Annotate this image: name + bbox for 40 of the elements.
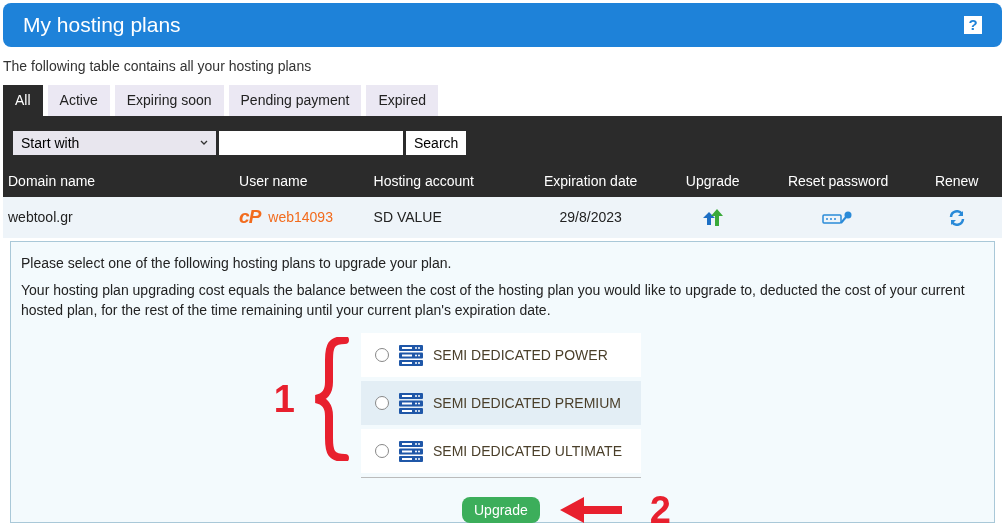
column-header: Renew: [933, 172, 980, 191]
cpanel-logo: cP: [239, 205, 261, 230]
filter-dropdown[interactable]: Start with: [13, 131, 216, 155]
column-header: Upgrade: [684, 172, 741, 191]
tab[interactable]: Pending payment: [228, 85, 362, 116]
column-header: Reset password: [786, 172, 890, 191]
server-icon: [399, 392, 423, 414]
subtitle-text: The following table contains all your hosting plans: [3, 57, 313, 76]
server-icon: [399, 344, 423, 366]
column-header: Domain name: [7, 172, 97, 191]
table-row[interactable]: webtool.gr cP web14093 SD VALUE 29/8/2023: [3, 197, 1002, 238]
upgrade-arrows-icon[interactable]: [702, 209, 723, 226]
tab[interactable]: Expiring soon: [114, 85, 224, 116]
radio-button[interactable]: [375, 444, 389, 458]
table-cell-text: SD VALUE: [372, 208, 443, 227]
search-button[interactable]: Search: [406, 131, 467, 155]
refresh-icon[interactable]: [948, 209, 965, 226]
plan-option[interactable]: SEMI DEDICATED PREMIUM: [361, 381, 641, 425]
page-title: My hosting plans: [23, 12, 181, 39]
intro-text: Please select one of the following hosting plans to upgrade your plan.: [21, 254, 453, 273]
arrow-icon: [559, 496, 624, 524]
tab[interactable]: Expired: [366, 85, 438, 116]
radio-button[interactable]: [375, 396, 389, 410]
column-header: Hosting account: [372, 172, 475, 191]
radio-button[interactable]: [375, 348, 389, 362]
annotation-number: 2: [649, 490, 671, 527]
tab[interactable]: All: [3, 85, 43, 116]
chevron-down-icon: [200, 140, 208, 146]
help-button[interactable]: ?: [964, 16, 982, 34]
table-cell-text: 29/8/2023: [558, 208, 623, 227]
search-field[interactable]: [219, 131, 403, 155]
table-cell-text: webtool.gr: [7, 208, 74, 227]
plan-option[interactable]: SEMI DEDICATED POWER: [361, 333, 641, 377]
annotation-number: 1: [273, 376, 295, 422]
explanation-text: Your hosting plan upgrading cost equals the balance between the cost of the hosting plan you would like to upgrade to, deducted the cost of your current hosted plan, for the rest of the time remaining until your current plan's expiration date.: [21, 281, 966, 320]
column-header: Expiration date: [542, 172, 639, 191]
plan-option[interactable]: SEMI DEDICATED ULTIMATE: [361, 429, 641, 473]
column-header: User name: [238, 172, 309, 191]
tab[interactable]: Active: [47, 85, 110, 116]
server-icon: [399, 440, 423, 462]
